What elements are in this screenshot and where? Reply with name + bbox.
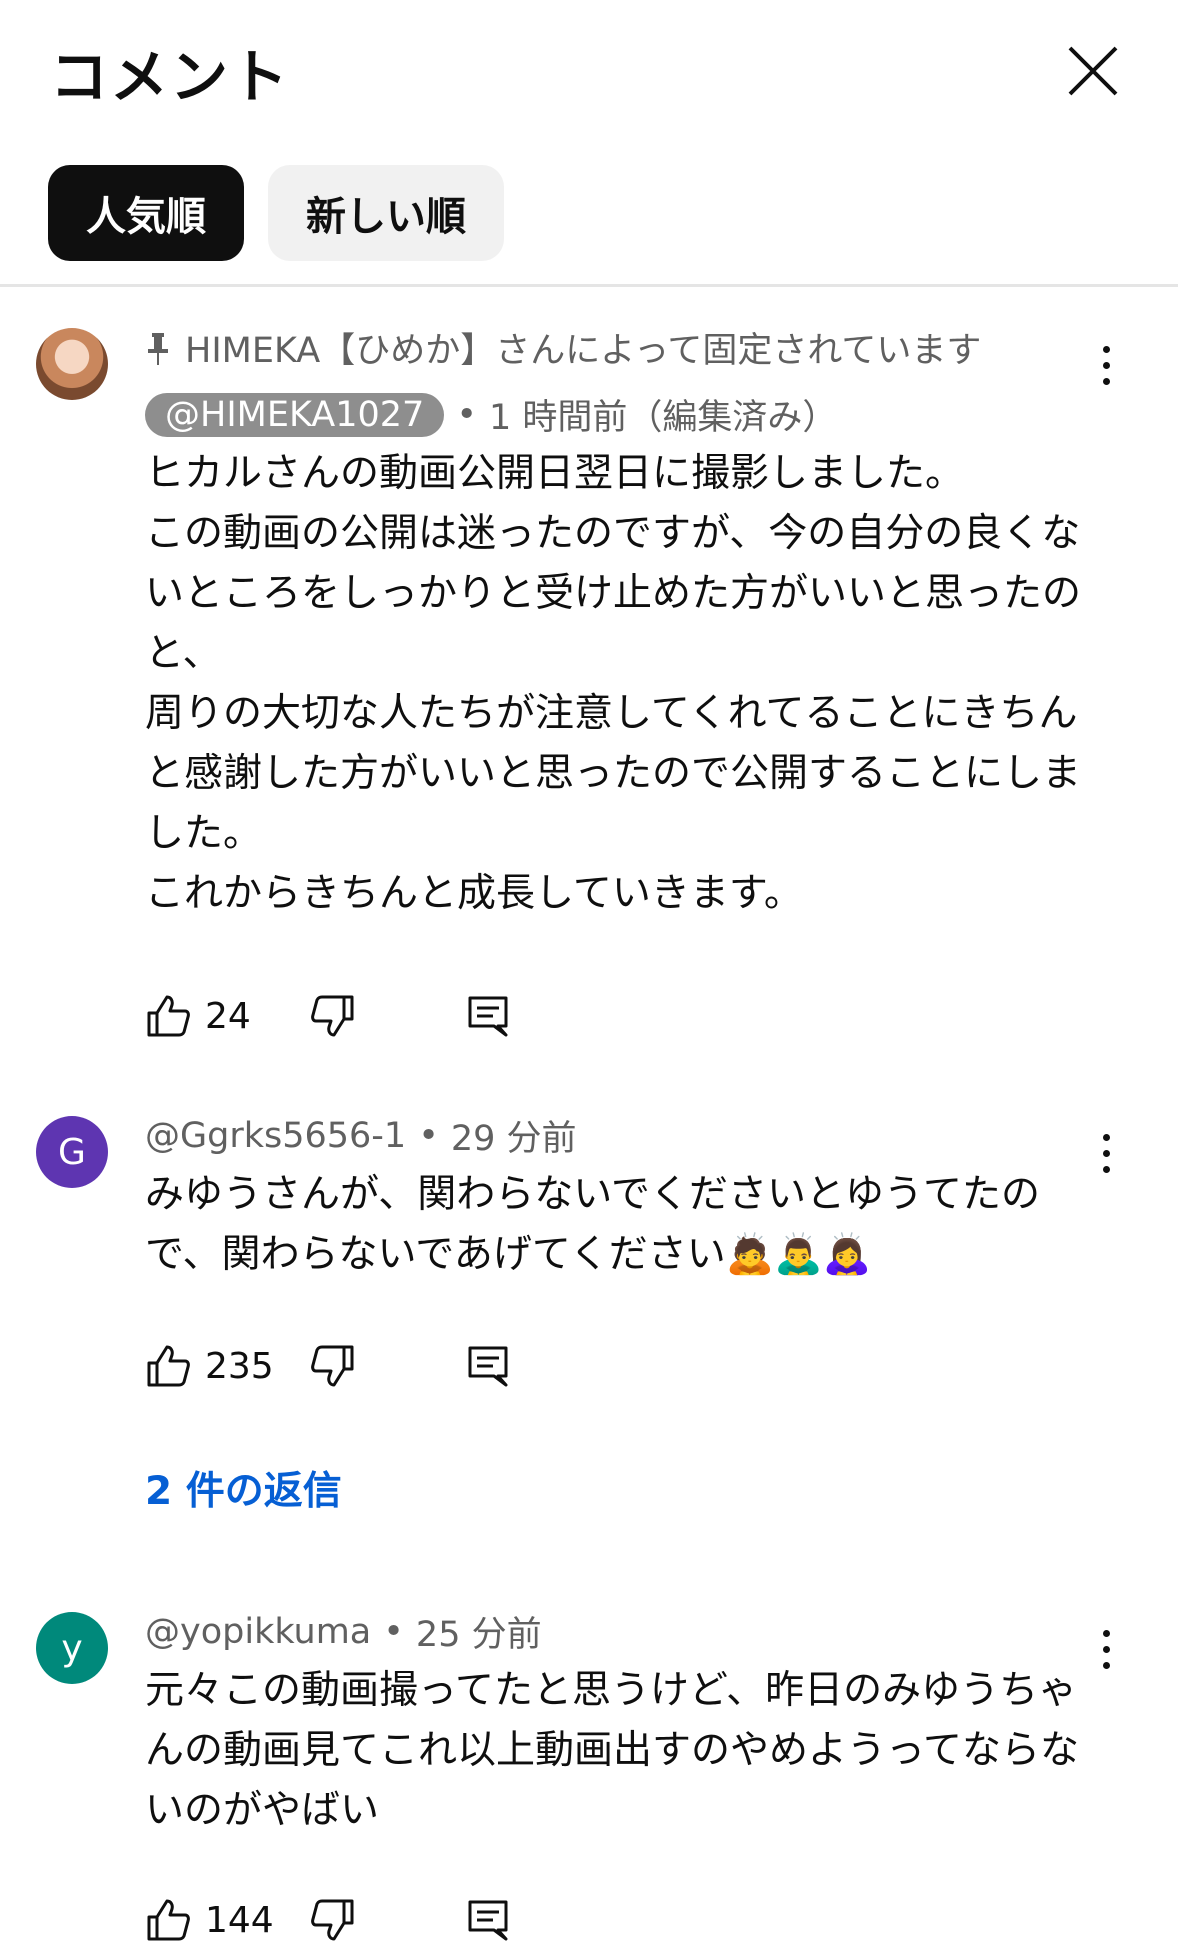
close-button[interactable]	[1062, 40, 1124, 102]
sort-tabs: 人気順 新しい順	[48, 165, 504, 261]
like-button[interactable]: 235	[145, 1336, 274, 1396]
comment-actions: 144	[145, 1890, 745, 1950]
thumb-down-icon	[311, 1899, 354, 1941]
comment-text: ヒカルさんの動画公開日翌日に撮影しました。 この動画の公開は迷ったのですが、今の…	[145, 451, 1082, 916]
like-count: 235	[205, 1345, 274, 1387]
like-button[interactable]: 144	[145, 1890, 274, 1950]
like-count: 24	[205, 995, 251, 1037]
reply-button[interactable]	[465, 986, 511, 1046]
view-replies-link[interactable]: 2 件の返信	[145, 1460, 342, 1516]
close-icon	[1068, 46, 1118, 96]
more-button[interactable]	[1092, 1130, 1122, 1180]
thumb-up-icon	[147, 995, 190, 1037]
reply-icon	[468, 1900, 508, 1941]
tab-newest[interactable]: 新しい順	[268, 165, 504, 261]
comment-time: 1 時間前（編集済み）	[488, 398, 838, 438]
thumb-down-icon	[311, 995, 354, 1037]
avatar[interactable]: G	[36, 1116, 108, 1188]
more-button[interactable]	[1092, 342, 1122, 392]
thumb-up-icon	[147, 1899, 190, 1941]
reply-button[interactable]	[465, 1336, 511, 1396]
dislike-button[interactable]	[310, 986, 356, 1046]
comment-author[interactable]: @yopikkuma	[145, 1612, 371, 1652]
meta-separator: •	[383, 1611, 404, 1652]
comment-author[interactable]: @Ggrks5656-1	[145, 1116, 406, 1156]
comment-actions: 235	[145, 1336, 745, 1396]
meta-separator: •	[456, 394, 477, 435]
reply-icon	[468, 1346, 508, 1387]
comment-text: 元々この動画撮ってたと思うけど、昨日のみゆうちゃ んの動画見てこれ以上動画出すの…	[145, 1668, 1080, 1833]
comments-header: コメント	[0, 0, 1178, 130]
dislike-button[interactable]	[310, 1890, 356, 1950]
comment-actions: 24	[145, 986, 745, 1046]
header-divider	[0, 284, 1178, 287]
dislike-button[interactable]	[310, 1336, 356, 1396]
pinned-label: HIMEKA【ひめか】さんによって固定されています	[145, 322, 1095, 373]
page-title: コメント	[50, 43, 291, 111]
comment-text: みゆうさんが、関わらないでくださいとゆうてたの で、関わらないであげてください🙇…	[145, 1172, 1041, 1277]
comment-author[interactable]: @HIMEKA1027	[145, 392, 445, 437]
like-count: 144	[205, 1899, 274, 1941]
meta-separator: •	[418, 1115, 439, 1156]
pinned-text: HIMEKA【ひめか】さんによって固定されています	[185, 331, 982, 371]
tab-popular[interactable]: 人気順	[48, 165, 244, 261]
thumb-up-icon	[147, 1345, 190, 1387]
comment-time: 25 分前	[415, 1615, 542, 1655]
thumb-down-icon	[311, 1345, 354, 1387]
avatar[interactable]: y	[36, 1612, 108, 1684]
reply-icon	[468, 996, 508, 1037]
pin-icon	[148, 332, 168, 365]
comment-time: 29 分前	[450, 1119, 577, 1159]
reply-button[interactable]	[465, 1890, 511, 1950]
like-button[interactable]: 24	[145, 986, 251, 1046]
more-button[interactable]	[1092, 1626, 1122, 1676]
avatar[interactable]	[36, 328, 108, 400]
